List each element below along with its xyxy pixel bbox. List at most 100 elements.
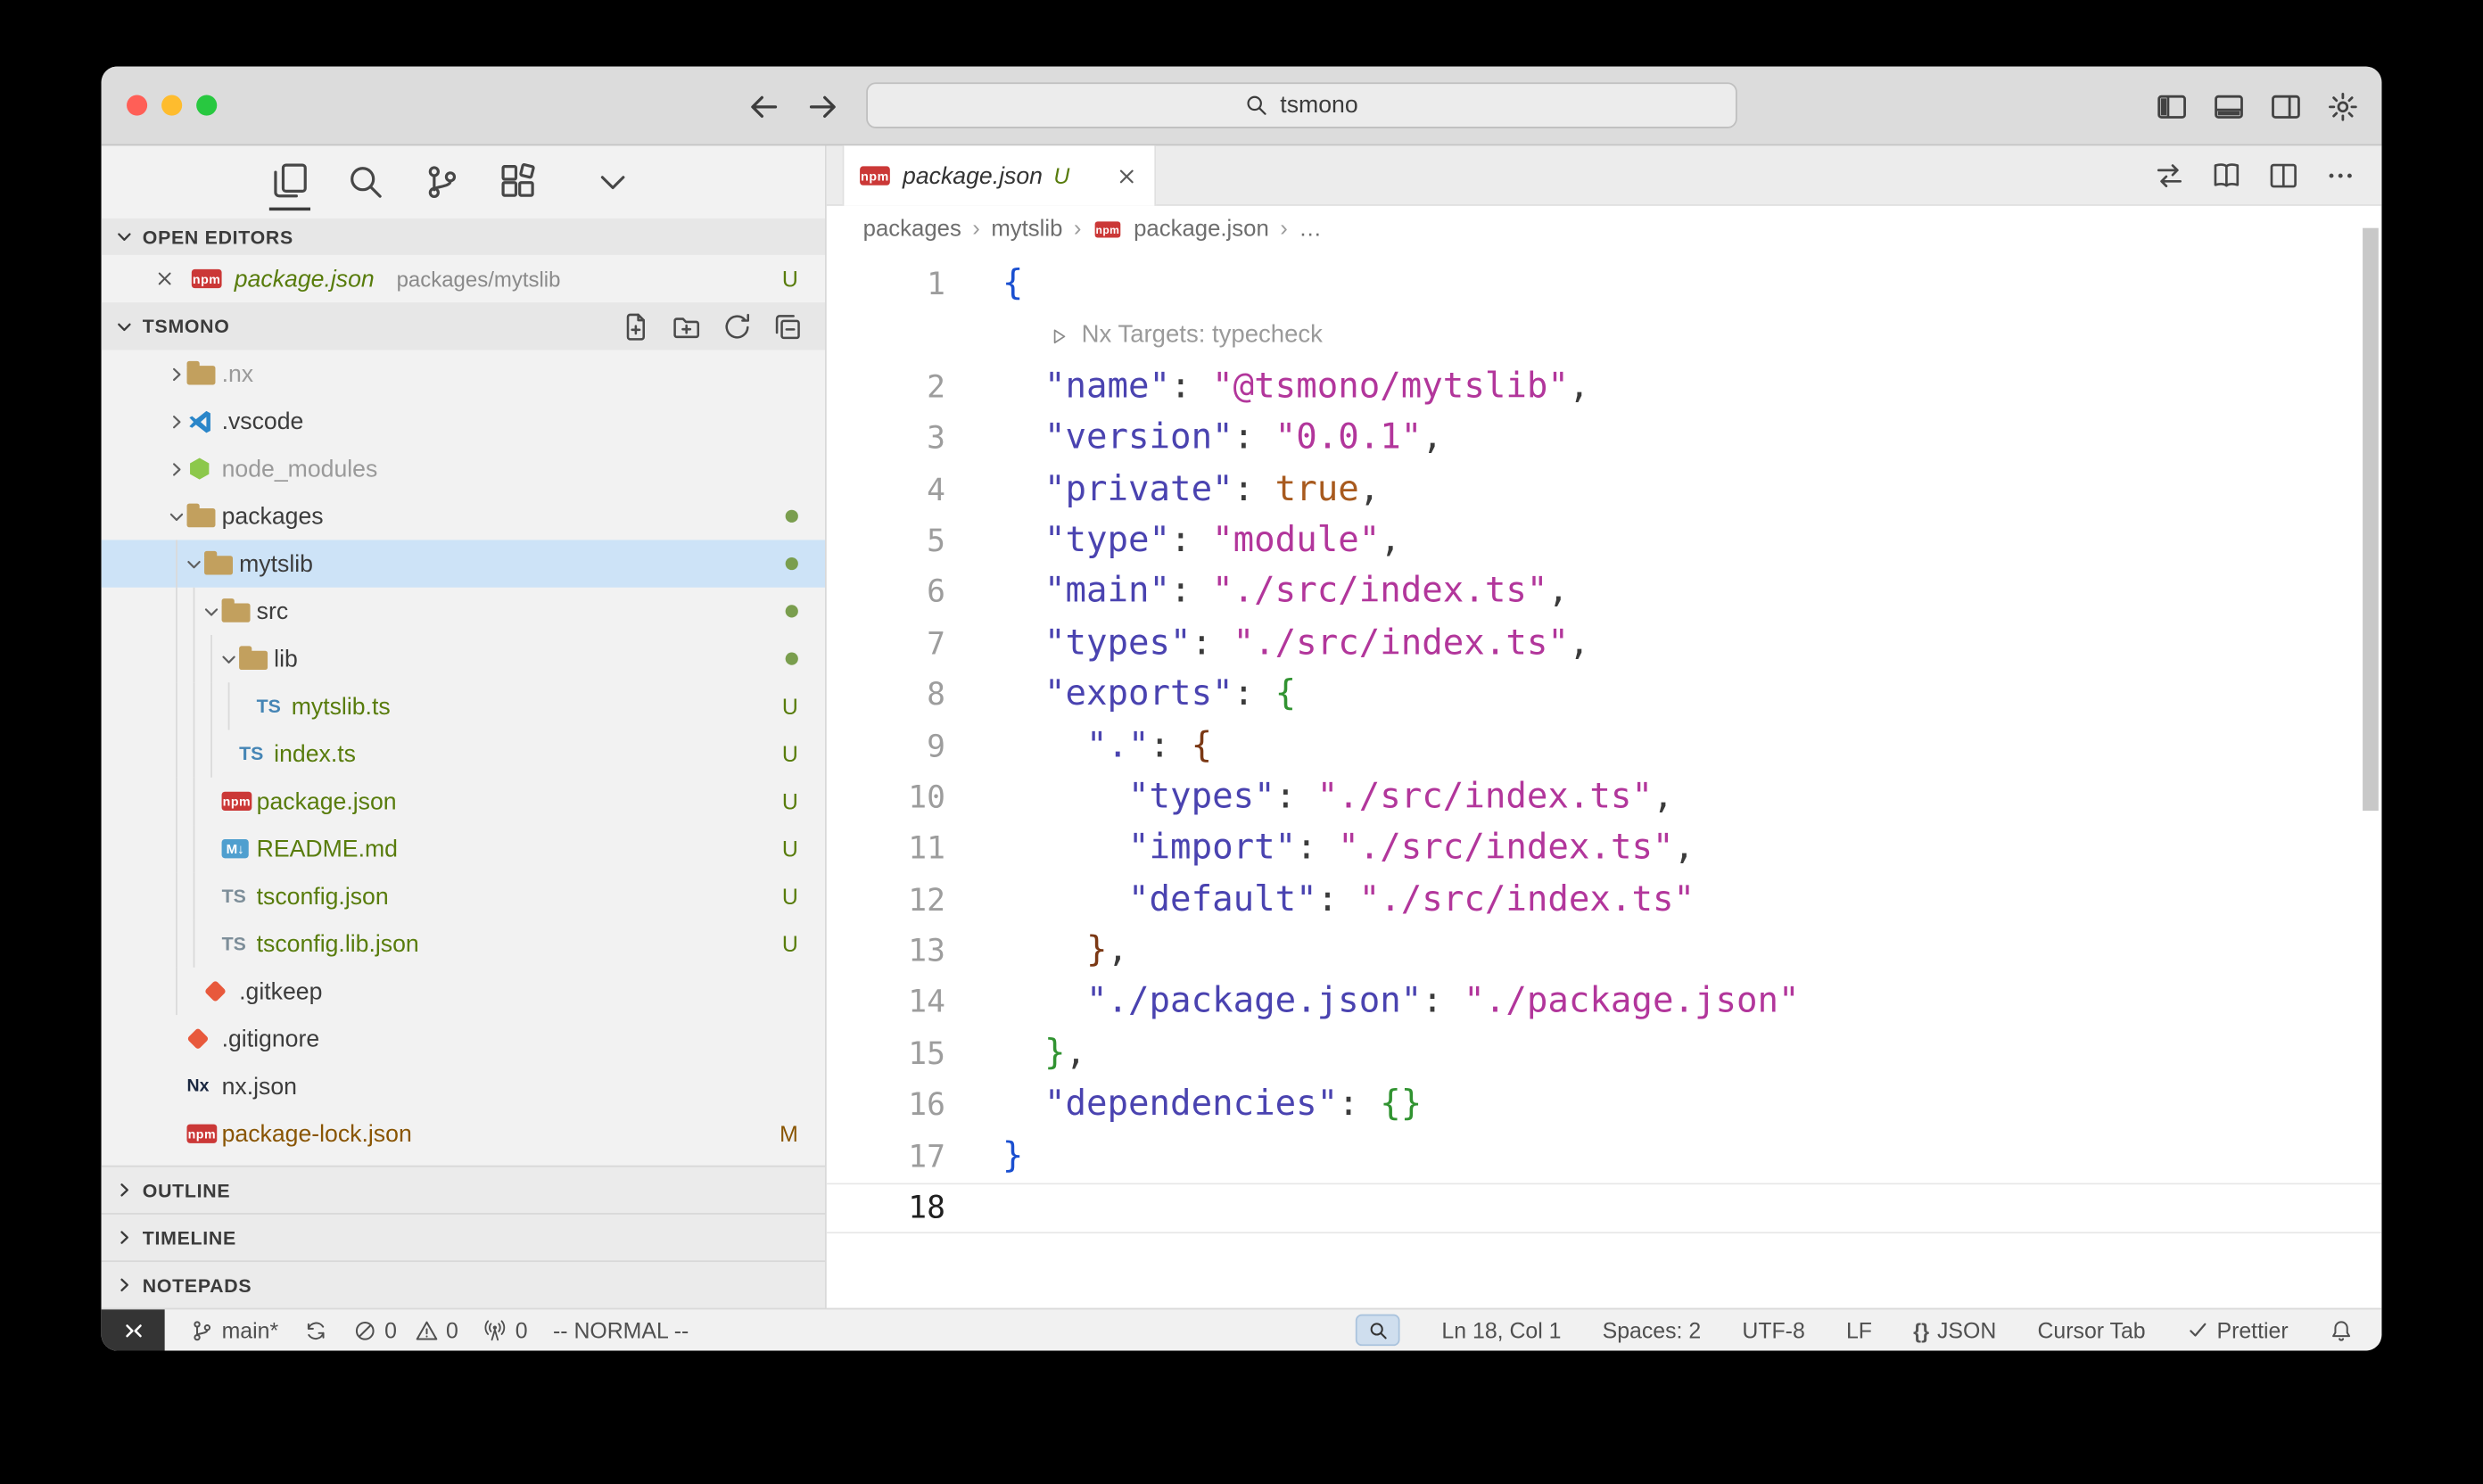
chevron-down-icon[interactable] [182,554,204,574]
tree-item-lib[interactable]: lib [102,635,825,682]
code-line-6[interactable]: 6 "main": "./src/index.ts", [827,567,2382,619]
breadcrumb-mytslib[interactable]: mytslib [991,217,1062,242]
notepads-section-header[interactable]: NOTEPADS [102,1260,825,1307]
tree-item-.gitignore[interactable]: .gitignore [102,1015,825,1062]
code-line-15[interactable]: 15 }, [827,1029,2382,1081]
navigate-forward-button[interactable] [806,89,839,122]
code-line-16[interactable]: 16 "dependencies": {} [827,1080,2382,1132]
new-folder-icon[interactable] [672,311,702,342]
tree-item-index.ts[interactable]: index.tsU [102,730,825,778]
code-line-2[interactable]: 2 "name": "@tsmono/mytslib", [827,362,2382,414]
tree-item-tsconfig.json[interactable]: tsconfig.jsonU [102,872,825,919]
code-line-12[interactable]: 12 "default": "./src/index.ts" [827,875,2382,927]
tree-item-package.json[interactable]: package.jsonU [102,778,825,825]
code-line-text: "exports": { [945,670,1296,721]
code-line-13[interactable]: 13 }, [827,927,2382,978]
close-tab-icon[interactable] [1115,164,1139,188]
remote-indicator[interactable] [102,1309,165,1350]
tree-item-.nx[interactable]: .nx [102,350,825,397]
cursor-tab-status[interactable]: Cursor Tab [2037,1317,2145,1342]
vscode-icon [187,408,222,434]
code-line-18[interactable]: 18 [827,1183,2382,1234]
encoding-status[interactable]: UTF-8 [1742,1317,1804,1342]
notifications-bell[interactable] [2330,1318,2354,1342]
git-branch-status[interactable]: main* [190,1317,278,1342]
zoom-window-button[interactable] [196,95,217,116]
problems-status[interactable]: 0 0 [353,1317,458,1342]
compare-changes-icon[interactable] [2154,159,2186,191]
code-line-5[interactable]: 5 "type": "module", [827,516,2382,568]
explorer-view-button[interactable] [269,153,310,210]
more-actions-icon[interactable] [2324,159,2356,191]
code-line-8[interactable]: 8 "exports": { [827,670,2382,721]
code-line-7[interactable]: 7 "types": "./src/index.ts", [827,619,2382,671]
toggle-primary-sidebar-icon[interactable] [2155,89,2188,122]
tree-item-node_modules[interactable]: node_modules [102,445,825,492]
tree-item-package-lock.json[interactable]: package-lock.jsonM [102,1110,825,1158]
tree-item-mytslib[interactable]: mytslib [102,540,825,587]
chevron-right-icon[interactable] [165,363,187,383]
breadcrumb-symbol[interactable]: … [1299,217,1322,242]
chevron-down-icon[interactable] [217,648,239,669]
tree-item-mytslib.ts[interactable]: mytslib.tsU [102,682,825,730]
chevron-right-icon[interactable] [165,411,187,432]
open-editor-item[interactable]: package.json packages/mytslib U [102,255,825,302]
tree-item-packages[interactable]: packages [102,492,825,540]
chevron-down-icon[interactable] [200,601,222,622]
indent-guide [194,920,195,968]
breadcrumb-packages[interactable]: packages [863,217,961,242]
settings-gear-icon[interactable] [2326,89,2359,122]
cursor-position-status[interactable]: Ln 18, Col 1 [1441,1317,1561,1342]
code-line-3[interactable]: 3 "version": "0.0.1", [827,414,2382,466]
codelens-action[interactable]: Nx Targets: typecheck [827,311,2382,363]
toggle-panel-icon[interactable] [2212,89,2245,122]
sync-changes-button[interactable] [304,1318,328,1342]
tree-item-README.md[interactable]: README.mdU [102,825,825,872]
broadcast-status[interactable]: 0 [483,1317,527,1342]
code-editor[interactable]: 1{Nx Targets: typecheck2 "name": "@tsmon… [827,253,2382,1307]
tree-item-label: .gitkeep [239,977,322,1004]
tree-item-.gitkeep[interactable]: .gitkeep [102,968,825,1015]
minimize-window-button[interactable] [161,95,182,116]
open-editors-header[interactable]: OPEN EDITORS [102,218,825,255]
extensions-view-button[interactable] [498,153,539,210]
timeline-section-header[interactable]: TIMELINE [102,1213,825,1260]
chevron-down-icon[interactable] [165,506,187,526]
code-line-14[interactable]: 14 "./package.json": "./package.json" [827,977,2382,1029]
search-view-button[interactable] [345,153,386,210]
tree-item-tsconfig.lib.json[interactable]: tsconfig.lib.jsonU [102,920,825,968]
split-editor-icon[interactable] [2268,159,2300,191]
code-line-4[interactable]: 4 "private": true, [827,465,2382,516]
eol-status[interactable]: LF [1846,1317,1872,1342]
code-line-17[interactable]: 17} [827,1132,2382,1183]
refresh-icon[interactable] [722,311,753,342]
toggle-secondary-sidebar-icon[interactable] [2269,89,2302,122]
tree-item-src[interactable]: src [102,588,825,635]
chevron-right-icon[interactable] [165,458,187,479]
editor-scrollbar[interactable] [2363,228,2379,811]
explorer-root-header[interactable]: TSMONO [102,302,825,350]
navigate-back-button[interactable] [747,89,780,122]
breadcrumb-package-json[interactable]: package.json [1134,217,1269,242]
tree-item-.vscode[interactable]: .vscode [102,398,825,445]
tree-item-nx.json[interactable]: nx.json [102,1062,825,1109]
tree-item-label: index.ts [274,740,356,767]
code-line-11[interactable]: 11 "import": "./src/index.ts", [827,824,2382,876]
command-center-search[interactable]: tsmono [866,82,1737,128]
close-icon[interactable] [153,268,176,290]
tab-package-json[interactable]: package.json U [843,145,1157,205]
code-line-1[interactable]: 1{ [827,260,2382,311]
source-control-view-button[interactable] [421,153,462,210]
indentation-status[interactable]: Spaces: 2 [1603,1317,1702,1342]
additional-views-button[interactable] [592,153,633,210]
outline-section-header[interactable]: OUTLINE [102,1166,825,1213]
code-line-10[interactable]: 10 "types": "./src/index.ts", [827,772,2382,824]
open-preview-icon[interactable] [2211,159,2243,191]
code-line-9[interactable]: 9 ".": { [827,721,2382,773]
language-mode-status[interactable]: {} JSON [1913,1317,1996,1342]
collapse-all-icon[interactable] [772,311,803,342]
new-file-icon[interactable] [621,311,651,342]
zoom-status-badge[interactable] [1357,1315,1401,1347]
formatter-status[interactable]: Prettier [2187,1317,2289,1342]
close-window-button[interactable] [127,95,147,116]
